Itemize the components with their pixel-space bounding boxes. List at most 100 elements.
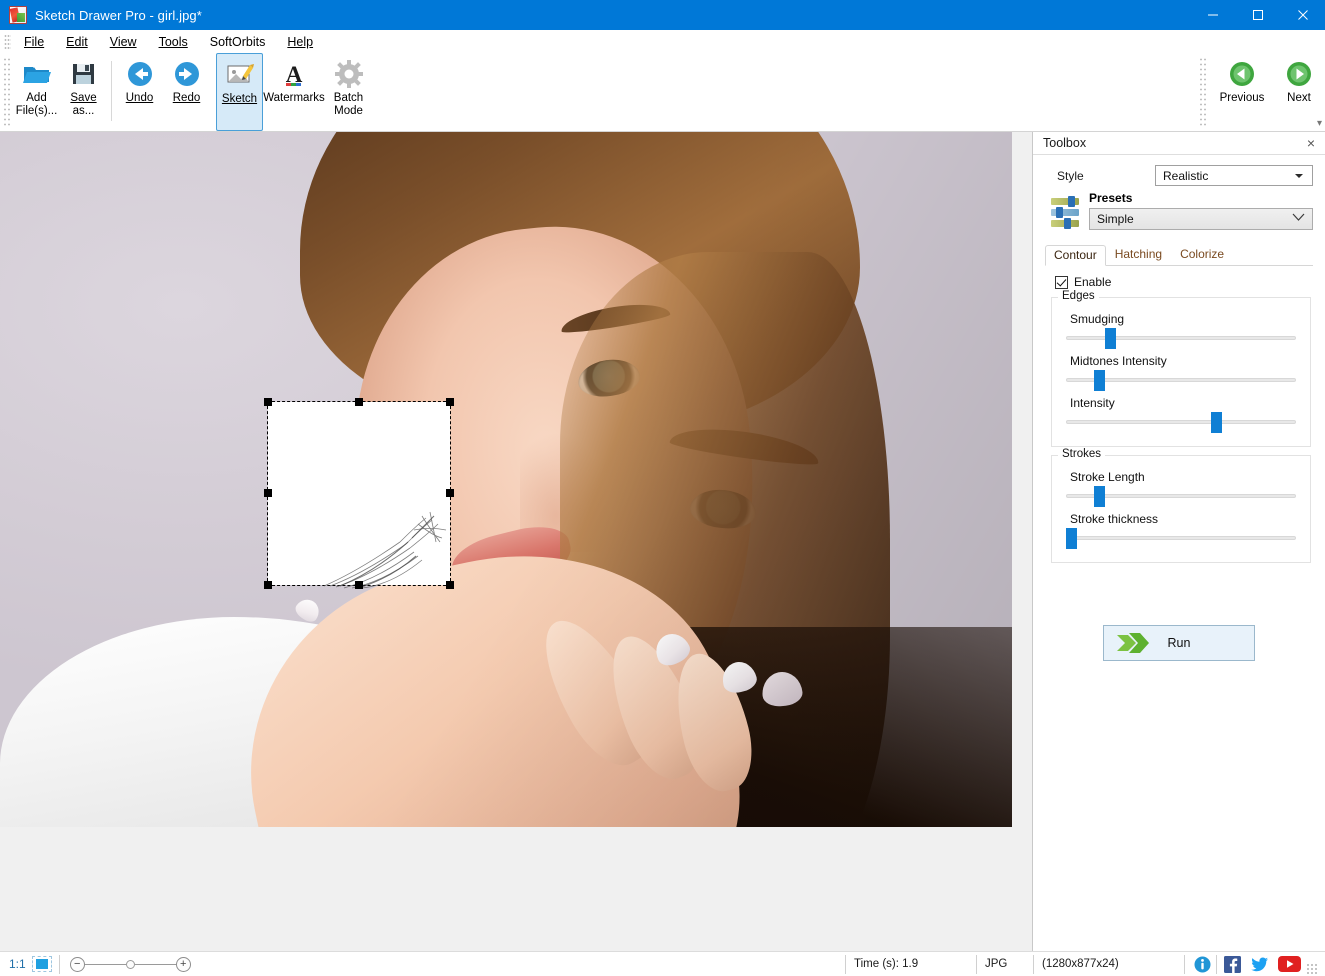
style-dropdown[interactable]: Realistic bbox=[1155, 165, 1313, 186]
title-bar: Sketch Drawer Pro - girl.jpg* bbox=[0, 0, 1325, 30]
green-left-arrow-icon bbox=[1228, 58, 1256, 89]
stroke-length-thumb[interactable] bbox=[1094, 486, 1105, 507]
open-folder-icon bbox=[22, 58, 52, 89]
presets-dropdown[interactable]: Simple bbox=[1089, 208, 1313, 230]
intensity-slider[interactable] bbox=[1066, 416, 1296, 428]
toolbox-body: Style Realistic bbox=[1033, 155, 1325, 951]
add-files-button[interactable]: Add File(s)... bbox=[13, 53, 60, 131]
menu-view[interactable]: View bbox=[99, 33, 148, 51]
undo-button[interactable]: Undo bbox=[116, 53, 163, 131]
stroke-thickness-slider[interactable] bbox=[1066, 532, 1296, 544]
batch-mode-button[interactable]: Batch Mode bbox=[325, 53, 372, 131]
menu-help[interactable]: Help bbox=[276, 33, 324, 51]
presets-label: Presets bbox=[1089, 191, 1313, 205]
minimize-button[interactable] bbox=[1190, 0, 1235, 30]
selection-handle-s[interactable] bbox=[355, 581, 363, 589]
selection-handle-se[interactable] bbox=[446, 581, 454, 589]
intensity-label: Intensity bbox=[1070, 396, 1300, 410]
menu-file-label: File bbox=[24, 35, 44, 49]
tab-hatching[interactable]: Hatching bbox=[1106, 244, 1171, 265]
zoom-out-button[interactable]: − bbox=[70, 957, 85, 972]
style-label: Style bbox=[1045, 169, 1155, 183]
ribbon-separator-1 bbox=[111, 61, 112, 121]
source-photo[interactable] bbox=[0, 132, 1012, 827]
previous-label: Previous bbox=[1220, 92, 1265, 105]
zoom-in-button[interactable]: + bbox=[176, 957, 191, 972]
watermarks-label: Watermarks bbox=[263, 92, 325, 105]
application-window: Sketch Drawer Pro - girl.jpg* File Edit … bbox=[0, 0, 1325, 976]
menu-tools-label: Tools bbox=[159, 35, 188, 49]
save-as-label-line1: Save bbox=[70, 92, 96, 105]
edges-group: Edges Smudging Midtones Intensity Intens… bbox=[1051, 297, 1311, 447]
menu-grip-handle[interactable] bbox=[4, 34, 11, 50]
undo-label-u: Undo bbox=[126, 92, 154, 104]
intensity-thumb[interactable] bbox=[1211, 412, 1222, 433]
status-social-icons bbox=[1185, 952, 1325, 976]
watermarks-button[interactable]: A Watermarks bbox=[263, 53, 325, 131]
stroke-thickness-label: Stroke thickness bbox=[1070, 512, 1300, 526]
ribbon-nav-grip-handle[interactable] bbox=[1199, 57, 1207, 127]
selection-handle-nw[interactable] bbox=[264, 398, 272, 406]
chevron-down-icon bbox=[1292, 213, 1305, 225]
previous-button[interactable]: Previous bbox=[1211, 53, 1273, 131]
zoom-track-left bbox=[85, 964, 126, 965]
run-button[interactable]: Run bbox=[1103, 625, 1255, 661]
smudging-thumb[interactable] bbox=[1105, 328, 1116, 349]
selection-handle-ne[interactable] bbox=[446, 398, 454, 406]
zoom-out-glyph: − bbox=[74, 959, 80, 970]
stroke-thickness-thumb[interactable] bbox=[1066, 528, 1077, 549]
tab-contour-label: Contour bbox=[1054, 248, 1097, 262]
midtones-intensity-thumb[interactable] bbox=[1094, 370, 1105, 391]
menu-file[interactable]: File bbox=[13, 33, 55, 51]
toolbox-tabs: Contour Hatching Colorize bbox=[1045, 244, 1313, 266]
facebook-icon[interactable] bbox=[1224, 956, 1241, 973]
close-icon[interactable]: × bbox=[1303, 134, 1319, 152]
info-icon[interactable] bbox=[1194, 956, 1211, 973]
zoom-slider[interactable]: − + bbox=[60, 957, 191, 972]
main-area: Toolbox × Style Realistic bbox=[0, 132, 1325, 951]
next-button[interactable]: Next bbox=[1273, 53, 1325, 131]
next-label: Next bbox=[1287, 92, 1311, 105]
enable-checkbox[interactable] bbox=[1055, 276, 1068, 289]
selection-handle-w[interactable] bbox=[264, 489, 272, 497]
resize-grip-icon[interactable] bbox=[1306, 963, 1318, 975]
save-as-label-u: Save bbox=[70, 92, 96, 104]
fit-to-screen-icon[interactable] bbox=[32, 956, 52, 972]
zoom-in-glyph: + bbox=[180, 959, 186, 970]
green-right-arrow-icon bbox=[1285, 58, 1313, 89]
smudging-slider[interactable] bbox=[1066, 332, 1296, 344]
zoom-slider-knob[interactable] bbox=[126, 960, 135, 969]
tab-colorize[interactable]: Colorize bbox=[1171, 244, 1233, 265]
status-dimensions: (1280x877x24) bbox=[1034, 952, 1184, 976]
twitter-icon[interactable] bbox=[1251, 956, 1268, 973]
youtube-icon[interactable] bbox=[1278, 956, 1301, 973]
ribbon-grip-handle[interactable] bbox=[3, 57, 11, 127]
enable-checkbox-row[interactable]: Enable bbox=[1045, 275, 1313, 289]
sketch-preview-selection[interactable] bbox=[268, 402, 450, 585]
run-button-wrapper: Run bbox=[1045, 625, 1313, 661]
smudging-label: Smudging bbox=[1070, 312, 1300, 326]
sketch-preview-strokes bbox=[322, 494, 452, 589]
zoom-ratio-label: 1:1 bbox=[0, 957, 32, 971]
save-as-button[interactable]: Save as... bbox=[60, 53, 107, 131]
menu-softorbits[interactable]: SoftOrbits bbox=[199, 33, 277, 51]
tab-contour[interactable]: Contour bbox=[1045, 245, 1106, 266]
canvas-area[interactable] bbox=[0, 132, 1032, 951]
redo-button[interactable]: Redo bbox=[163, 53, 210, 131]
selection-handle-e[interactable] bbox=[446, 489, 454, 497]
midtones-intensity-slider[interactable] bbox=[1066, 374, 1296, 386]
ribbon-group-file: Add File(s)... Save as... bbox=[13, 53, 107, 131]
maximize-button[interactable] bbox=[1235, 0, 1280, 30]
status-divider-6 bbox=[1216, 955, 1217, 974]
selection-handle-sw[interactable] bbox=[264, 581, 272, 589]
strokes-legend: Strokes bbox=[1058, 448, 1105, 460]
close-button[interactable] bbox=[1280, 0, 1325, 30]
menu-bar: File Edit View Tools SoftOrbits Help bbox=[0, 30, 1325, 53]
selection-handle-n[interactable] bbox=[355, 398, 363, 406]
sketch-label: Sketch bbox=[222, 93, 257, 106]
midtones-intensity-label: Midtones Intensity bbox=[1070, 354, 1300, 368]
menu-edit[interactable]: Edit bbox=[55, 33, 99, 51]
menu-tools[interactable]: Tools bbox=[148, 33, 199, 51]
stroke-length-slider[interactable] bbox=[1066, 490, 1296, 502]
sketch-button[interactable]: Sketch bbox=[216, 53, 263, 131]
